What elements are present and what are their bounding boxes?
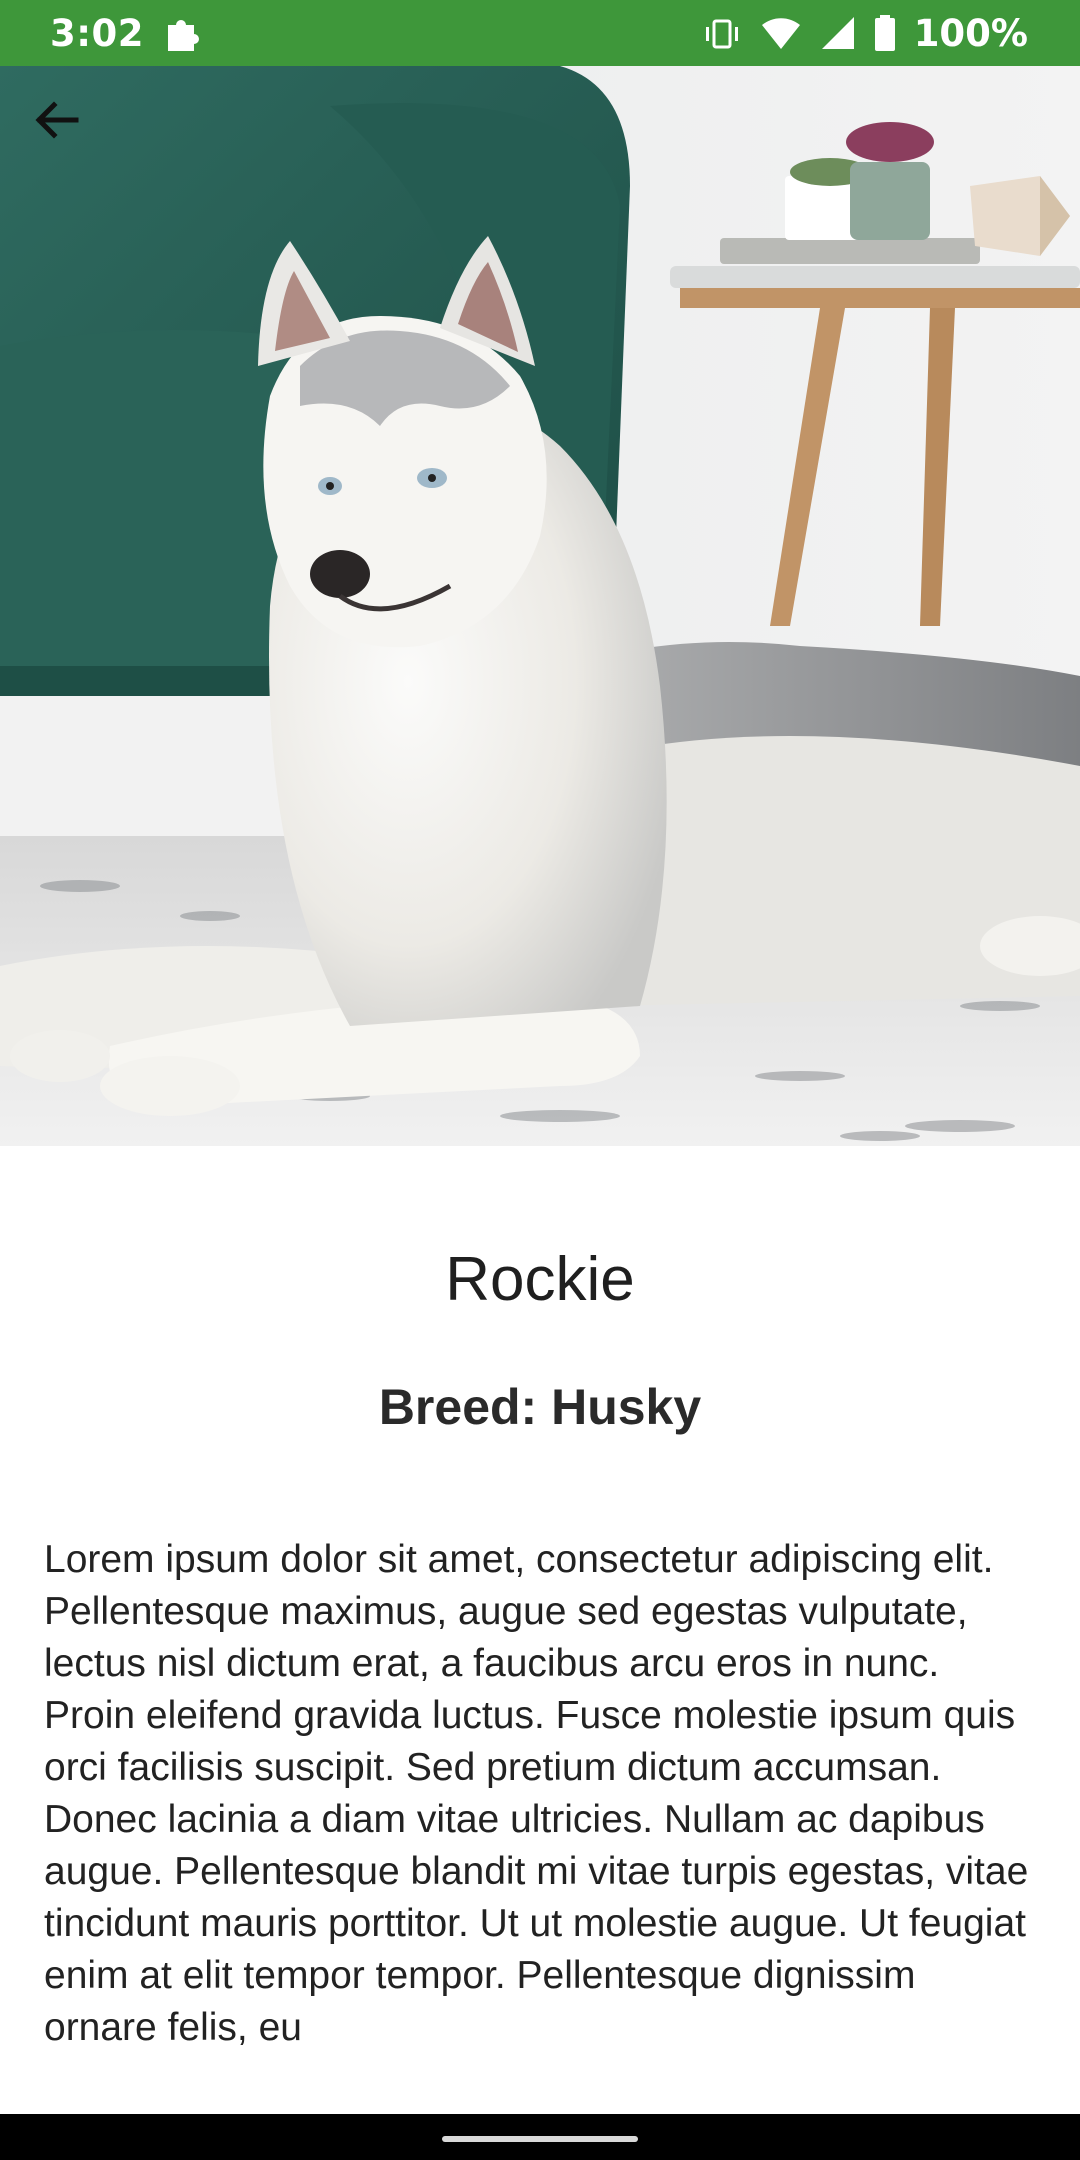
status-time: 3:02: [50, 11, 145, 55]
status-right: 100%: [702, 12, 1028, 55]
signal-icon: [820, 13, 856, 53]
status-bar: 3:02 100%: [0, 0, 1080, 66]
home-handle[interactable]: [442, 2136, 638, 2142]
back-button[interactable]: [26, 88, 86, 152]
dog-photo: [0, 66, 1080, 1146]
status-left: 3:02: [50, 12, 202, 55]
puzzle-icon: [162, 13, 202, 53]
dog-name: Rockie: [445, 1245, 635, 1314]
battery-icon: [874, 13, 896, 53]
vibrate-icon: [702, 13, 742, 53]
wifi-icon: [760, 13, 802, 53]
dog-description: Lorem ipsum dolor sit amet, consectetur …: [44, 1538, 1029, 2049]
dog-breed: Breed: Husky: [378, 1379, 702, 1435]
battery-percentage: 100%: [913, 11, 1028, 55]
navigation-bar: [0, 2114, 1080, 2160]
arrow-back-icon: [32, 96, 80, 144]
